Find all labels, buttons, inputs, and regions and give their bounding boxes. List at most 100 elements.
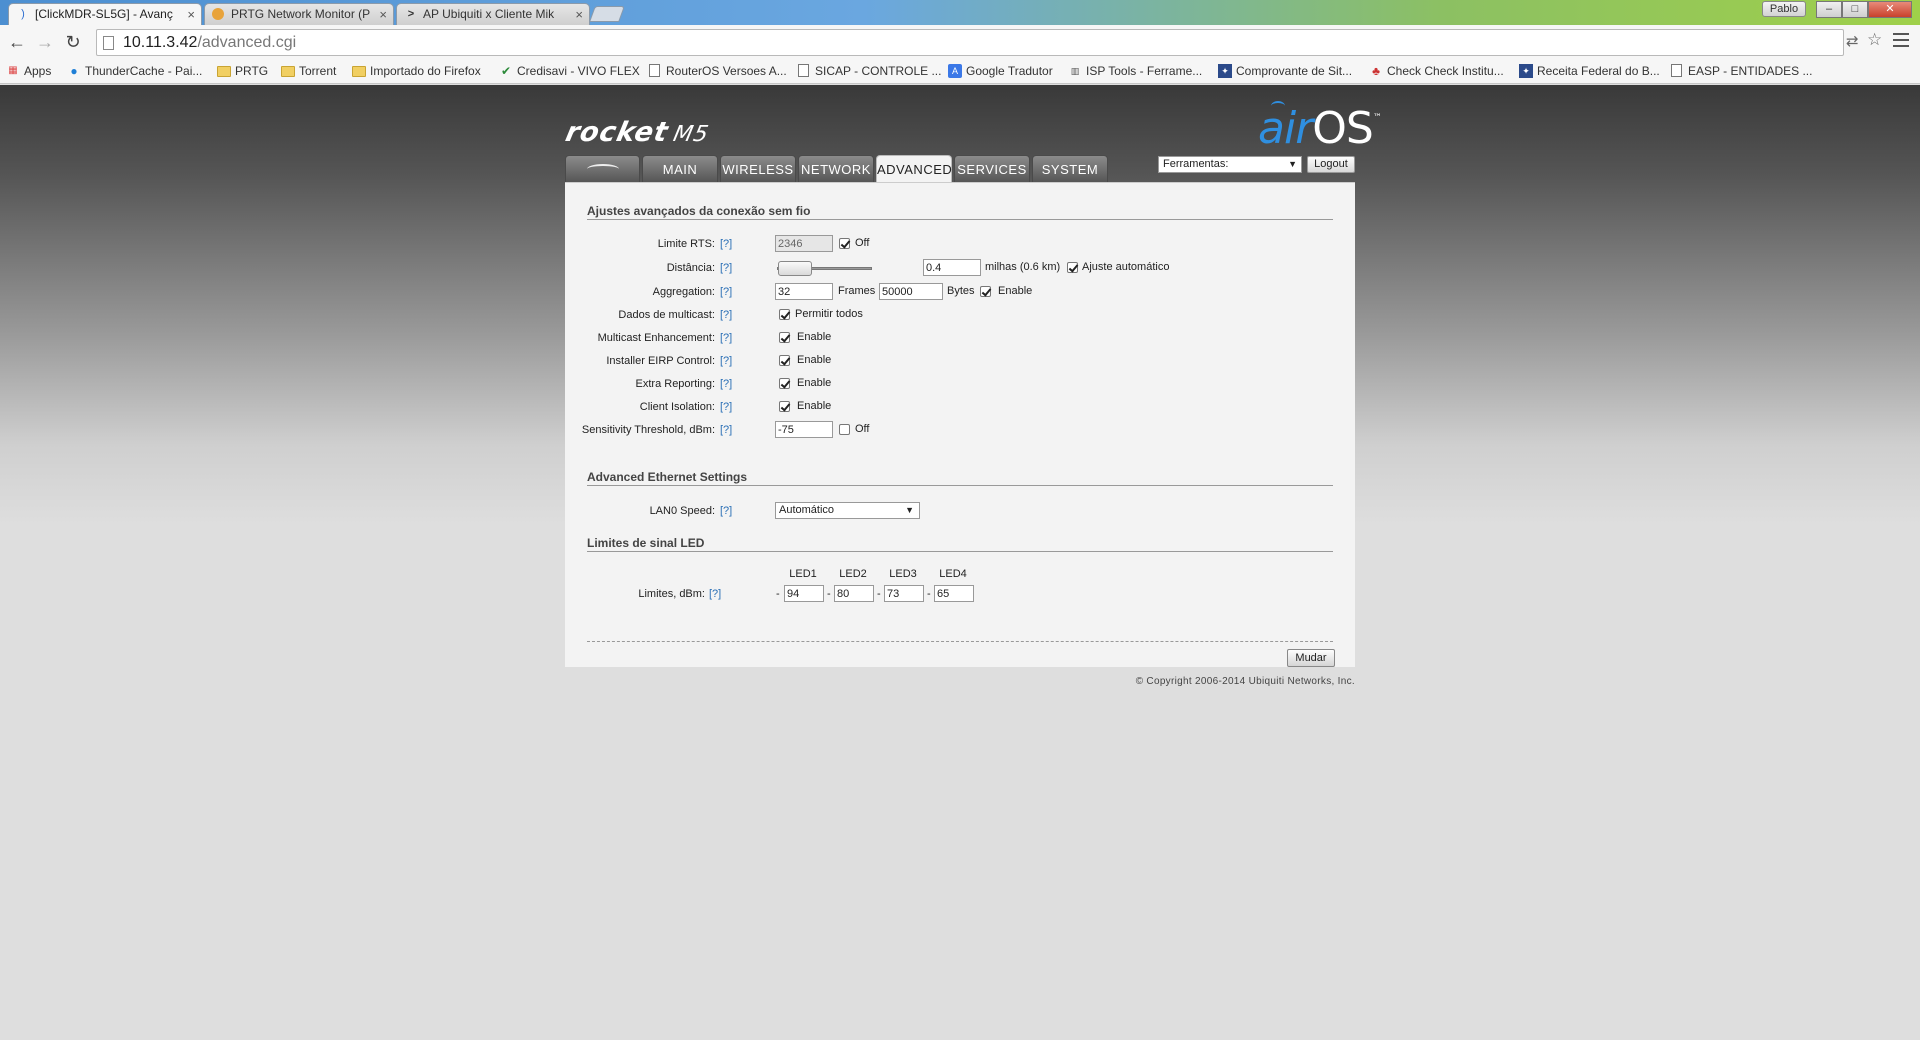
winbox-icon: > <box>407 8 415 20</box>
led1-input[interactable] <box>784 585 824 602</box>
tab-system[interactable]: SYSTEM <box>1032 155 1108 182</box>
extra-reporting-option: Enable <box>797 377 832 389</box>
browser-tab-ubiquiti[interactable]: > AP Ubiquiti x Cliente Mik × <box>396 3 590 25</box>
help-link[interactable]: [?] <box>709 588 721 600</box>
bookmark-star-icon[interactable]: ☆ <box>1867 30 1882 50</box>
dropdown-arrow-icon: ▼ <box>1288 159 1297 169</box>
minimize-button[interactable]: – <box>1816 1 1842 18</box>
page-viewport: rocketM5 airOS™ MAIN WIRELESS NETWORK AD… <box>0 85 1920 1040</box>
forward-arrow-icon[interactable]: → <box>34 31 56 53</box>
tab-ubnt-logo[interactable] <box>565 155 640 182</box>
bookmark-sicap[interactable]: SICAP - CONTROLE ... <box>797 64 941 78</box>
lan0-speed-select[interactable]: Automático ▼ <box>775 502 920 519</box>
help-link[interactable]: [?] <box>720 401 732 413</box>
sensitivity-off-checkbox[interactable] <box>839 424 850 435</box>
reload-icon[interactable]: ↻ <box>62 31 84 53</box>
browser-tab-airos[interactable]: ) [ClickMDR-SL5G] - Avanç × <box>8 3 202 25</box>
eirp-checkbox[interactable] <box>779 355 790 366</box>
aggregation-frames-input[interactable] <box>775 283 833 300</box>
help-link[interactable]: [?] <box>720 505 732 517</box>
help-link[interactable]: [?] <box>720 332 732 344</box>
distance-input[interactable] <box>923 259 981 276</box>
close-icon[interactable]: × <box>187 4 195 25</box>
menu-icon[interactable] <box>1893 33 1909 47</box>
bookmark-isp-tools[interactable]: ▥ ISP Tools - Ferrame... <box>1068 64 1203 78</box>
bookmark-apps[interactable]: ▦ Apps <box>6 64 51 78</box>
sensitivity-off-label: Off <box>855 423 870 435</box>
address-bar[interactable]: 10.11.3.42/advanced.cgi <box>96 29 1844 56</box>
sensitivity-input[interactable] <box>775 421 833 438</box>
help-link[interactable]: [?] <box>720 378 732 390</box>
multicast-option: Permitir todos <box>795 308 863 320</box>
help-link[interactable]: [?] <box>720 238 732 250</box>
aggregation-bytes-input[interactable] <box>879 283 943 300</box>
aggregation-enable-checkbox[interactable] <box>980 286 991 297</box>
sensitivity-label: Sensitivity Threshold, dBm: <box>581 424 715 436</box>
browser-toolbar: ← → ↻ 10.11.3.42/advanced.cgi ⇄ ☆ <box>0 25 1920 60</box>
eirp-label: Installer EIRP Control: <box>606 355 715 367</box>
led2-input[interactable] <box>834 585 874 602</box>
bookmark-comprovante[interactable]: ✦ Comprovante de Sit... <box>1218 64 1352 78</box>
apps-grid-icon: ▦ <box>8 65 18 76</box>
distance-auto-checkbox[interactable] <box>1067 262 1078 273</box>
bookmark-thundercache[interactable]: ● ThunderCache - Pai... <box>67 64 202 78</box>
distance-slider-handle[interactable] <box>778 261 813 276</box>
help-link[interactable]: [?] <box>720 355 732 367</box>
profile-button[interactable]: Pablo <box>1762 1 1806 17</box>
bookmark-credisavi[interactable]: ✔ Credisavi - VIVO FLEX <box>499 64 640 78</box>
row-client-isolation: Client Isolation: [?] Enable <box>565 397 1355 417</box>
browser-tab-title: AP Ubiquiti x Cliente Mik <box>423 7 555 21</box>
led4-header: LED4 <box>939 568 967 580</box>
close-icon[interactable]: × <box>575 4 583 25</box>
led3-input[interactable] <box>884 585 924 602</box>
multicast-enhancement-option: Enable <box>797 331 832 343</box>
bookmark-firefox[interactable]: Importado do Firefox <box>352 64 481 78</box>
bookmark-easp[interactable]: EASP - ENTIDADES ... <box>1670 64 1812 78</box>
address-url: 10.11.3.42/advanced.cgi <box>123 34 297 51</box>
check-icon: ♣ <box>1372 64 1380 78</box>
help-link[interactable]: [?] <box>720 262 732 274</box>
bookmark-receita[interactable]: ✦ Receita Federal do B... <box>1519 64 1660 78</box>
submit-button[interactable]: Mudar <box>1287 649 1335 667</box>
isp-tools-icon: ▥ <box>1070 66 1080 76</box>
row-rts: Limite RTS: [?] Off <box>565 234 1355 254</box>
tab-wireless[interactable]: WIRELESS <box>720 155 796 182</box>
tools-dropdown[interactable]: Ferramentas: ▼ <box>1158 156 1302 173</box>
eirp-option: Enable <box>797 354 832 366</box>
back-arrow-icon[interactable]: ← <box>6 31 28 53</box>
close-window-button[interactable]: ✕ <box>1868 1 1912 18</box>
tab-main[interactable]: MAIN <box>642 155 718 182</box>
browser-tab-prtg[interactable]: PRTG Network Monitor (P × <box>204 3 394 25</box>
help-link[interactable]: [?] <box>720 424 732 436</box>
bookmark-torrent[interactable]: Torrent <box>281 64 336 78</box>
multicast-enhancement-label: Multicast Enhancement: <box>597 332 715 344</box>
client-isolation-checkbox[interactable] <box>779 401 790 412</box>
help-link[interactable]: [?] <box>720 309 732 321</box>
led2-header: LED2 <box>839 568 867 580</box>
page-icon <box>103 36 114 50</box>
copyright-text: © Copyright 2006-2014 Ubiquiti Networks,… <box>1135 676 1355 687</box>
extra-reporting-checkbox[interactable] <box>779 378 790 389</box>
multicast-checkbox[interactable] <box>779 309 790 320</box>
tab-services[interactable]: SERVICES <box>954 155 1030 182</box>
multicast-enhancement-checkbox[interactable] <box>779 332 790 343</box>
help-link[interactable]: [?] <box>720 286 732 298</box>
bookmark-prtg[interactable]: PRTG <box>217 64 268 78</box>
new-tab-button[interactable] <box>589 6 625 22</box>
maximize-button[interactable]: □ <box>1842 1 1868 18</box>
translate-icon[interactable]: ⇄ <box>1846 32 1859 50</box>
logout-button[interactable]: Logout <box>1307 156 1355 173</box>
browser-tab-title: PRTG Network Monitor (P <box>231 7 371 21</box>
rts-input[interactable] <box>775 235 833 252</box>
tab-network[interactable]: NETWORK <box>798 155 874 182</box>
led4-input[interactable] <box>934 585 974 602</box>
bookmark-check-check[interactable]: ♣ Check Check Institu... <box>1369 64 1504 78</box>
bookmark-routeros[interactable]: RouterOS Versoes A... <box>648 64 787 78</box>
distance-unit: milhas (0.6 km) <box>985 261 1061 273</box>
row-sensitivity: Sensitivity Threshold, dBm: [?] Off <box>565 420 1355 440</box>
tab-advanced[interactable]: ADVANCED <box>876 155 952 182</box>
rts-off-checkbox[interactable] <box>839 238 850 249</box>
led1-header: LED1 <box>789 568 817 580</box>
bookmark-google-tradutor[interactable]: A Google Tradutor <box>948 64 1053 78</box>
close-icon[interactable]: × <box>379 4 387 25</box>
